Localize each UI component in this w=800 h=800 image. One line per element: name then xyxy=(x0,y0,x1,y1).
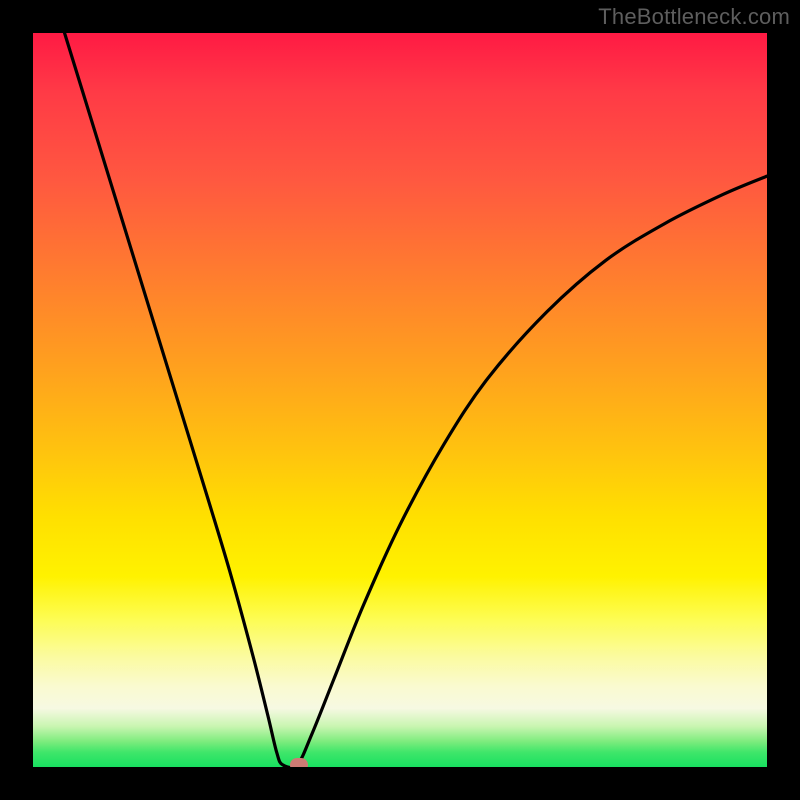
bottleneck-curve xyxy=(33,33,767,767)
chart-frame: TheBottleneck.com xyxy=(0,0,800,800)
optimal-marker xyxy=(290,758,308,767)
plot-area xyxy=(33,33,767,767)
watermark: TheBottleneck.com xyxy=(598,4,790,30)
